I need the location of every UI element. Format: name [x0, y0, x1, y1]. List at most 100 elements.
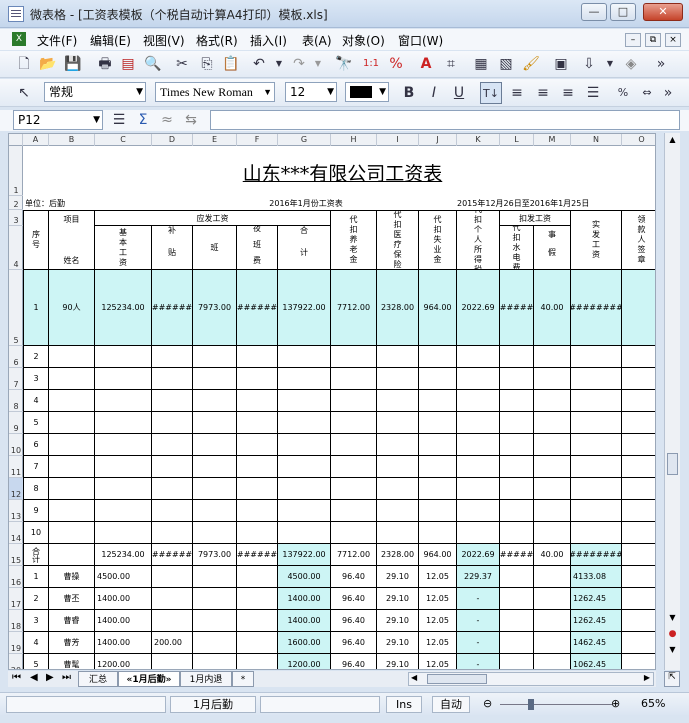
mdi-close-icon[interactable]: ×: [665, 33, 681, 47]
format-painter-icon[interactable]: 🖌: [520, 53, 542, 75]
employee-seq[interactable]: 4: [23, 632, 49, 654]
plugin-icon[interactable]: ◈: [620, 53, 642, 75]
header-water[interactable]: 代扣水电费: [500, 226, 534, 270]
total-shift[interactable]: 7973.00: [193, 544, 237, 566]
summary-water[interactable]: #####: [500, 270, 534, 346]
employee-net[interactable]: 1062.45: [571, 654, 622, 669]
empty-cell[interactable]: [500, 500, 534, 522]
empty-cell[interactable]: [152, 412, 193, 434]
summary-medical[interactable]: 2328.00: [377, 270, 419, 346]
empty-cell[interactable]: [49, 522, 95, 544]
header-payable[interactable]: 应发工资: [95, 210, 331, 226]
employee-name[interactable]: 曹芳: [49, 632, 95, 654]
employee-leave[interactable]: [534, 588, 571, 610]
scroll-up-icon[interactable]: ▲: [666, 135, 679, 149]
empty-cell[interactable]: [419, 346, 457, 368]
empty-cell[interactable]: [457, 346, 500, 368]
new-file-icon[interactable]: 🗋: [13, 53, 35, 75]
empty-cell[interactable]: [534, 434, 571, 456]
empty-cell[interactable]: [571, 522, 622, 544]
menu-edit[interactable]: 编辑(E): [90, 32, 131, 49]
menu-table[interactable]: 表(A): [302, 32, 332, 49]
menu-format[interactable]: 格式(R): [196, 32, 238, 49]
employee-total[interactable]: 1400.00: [278, 610, 331, 632]
employee-medical[interactable]: 29.10: [377, 588, 419, 610]
employee-leave[interactable]: [534, 610, 571, 632]
empty-cell[interactable]: [500, 434, 534, 456]
empty-cell[interactable]: [193, 368, 237, 390]
h-scroll-thumb[interactable]: [427, 674, 487, 684]
empty-cell[interactable]: [278, 478, 331, 500]
empty-cell[interactable]: [193, 478, 237, 500]
empty-cell[interactable]: [152, 478, 193, 500]
empty-cell[interactable]: [419, 500, 457, 522]
blank-seq[interactable]: 8: [23, 478, 49, 500]
empty-cell[interactable]: [331, 434, 377, 456]
empty-cell[interactable]: [377, 368, 419, 390]
employee-water[interactable]: [500, 632, 534, 654]
copy-icon[interactable]: ⎘: [196, 53, 218, 75]
menu-file[interactable]: 文件(F): [37, 32, 77, 49]
empty-cell[interactable]: [152, 522, 193, 544]
vertical-scrollbar[interactable]: ▲ ▼ ● ▼: [664, 133, 680, 670]
select-pointer-icon[interactable]: ↖: [13, 82, 35, 104]
empty-cell[interactable]: [152, 456, 193, 478]
employee-shift[interactable]: [193, 654, 237, 669]
toolbar-overflow-icon[interactable]: »: [650, 53, 672, 75]
employee-pension[interactable]: 96.40: [331, 610, 377, 632]
underline-icon[interactable]: U: [448, 82, 470, 104]
empty-cell[interactable]: [49, 500, 95, 522]
total-water[interactable]: #####: [500, 544, 534, 566]
employee-basic[interactable]: 1400.00: [95, 610, 152, 632]
empty-cell[interactable]: [500, 346, 534, 368]
fill-pattern-icon[interactable]: ▧: [495, 53, 517, 75]
empty-cell[interactable]: [237, 390, 278, 412]
font-color-select[interactable]: ▼: [345, 82, 389, 102]
scroll-down-icon[interactable]: ▼: [666, 613, 679, 627]
align-formula-icon[interactable]: ☰: [108, 109, 130, 131]
empty-cell[interactable]: [419, 434, 457, 456]
employee-net[interactable]: 1462.45: [571, 632, 622, 654]
employee-subsidy[interactable]: [152, 566, 193, 588]
merge-cells-icon[interactable]: %: [612, 82, 634, 104]
pdf-export-icon[interactable]: ▤: [117, 53, 139, 75]
font-size-select[interactable]: 12 ▼: [285, 82, 337, 102]
employee-unemploy[interactable]: 12.05: [419, 654, 457, 669]
total-medical[interactable]: 2328.00: [377, 544, 419, 566]
empty-cell[interactable]: [500, 522, 534, 544]
employee-subsidy[interactable]: 200.00: [152, 632, 193, 654]
empty-cell[interactable]: [193, 390, 237, 412]
empty-cell[interactable]: [534, 390, 571, 412]
empty-cell[interactable]: [571, 412, 622, 434]
blank-seq[interactable]: 2: [23, 346, 49, 368]
font-select[interactable]: Times New Roman ▼: [155, 82, 275, 102]
menu-insert[interactable]: 插入(I): [250, 32, 287, 49]
formula-input[interactable]: [210, 110, 680, 130]
empty-cell[interactable]: [237, 456, 278, 478]
employee-shift[interactable]: [193, 588, 237, 610]
menu-object[interactable]: 对象(O): [342, 32, 385, 49]
employee-night[interactable]: [237, 610, 278, 632]
total-night[interactable]: ######: [237, 544, 278, 566]
empty-cell[interactable]: [152, 346, 193, 368]
empty-cell[interactable]: [237, 368, 278, 390]
blank-seq[interactable]: 7: [23, 456, 49, 478]
employee-water[interactable]: [500, 654, 534, 669]
empty-cell[interactable]: [237, 412, 278, 434]
empty-cell[interactable]: [500, 390, 534, 412]
empty-cell[interactable]: [377, 456, 419, 478]
total-unemploy[interactable]: 964.00: [419, 544, 457, 566]
employee-name[interactable]: 曹髦: [49, 654, 95, 669]
total-pension[interactable]: 7712.00: [331, 544, 377, 566]
empty-cell[interactable]: [193, 346, 237, 368]
corner-resize-icon[interactable]: ⇱: [664, 671, 680, 687]
empty-cell[interactable]: [193, 412, 237, 434]
empty-cell[interactable]: [377, 500, 419, 522]
blank-seq[interactable]: 5: [23, 412, 49, 434]
employee-subsidy[interactable]: [152, 588, 193, 610]
empty-cell[interactable]: [534, 456, 571, 478]
empty-cell[interactable]: [331, 456, 377, 478]
summary-seq[interactable]: 1: [23, 270, 49, 346]
empty-cell[interactable]: [457, 412, 500, 434]
blank-seq[interactable]: 4: [23, 390, 49, 412]
